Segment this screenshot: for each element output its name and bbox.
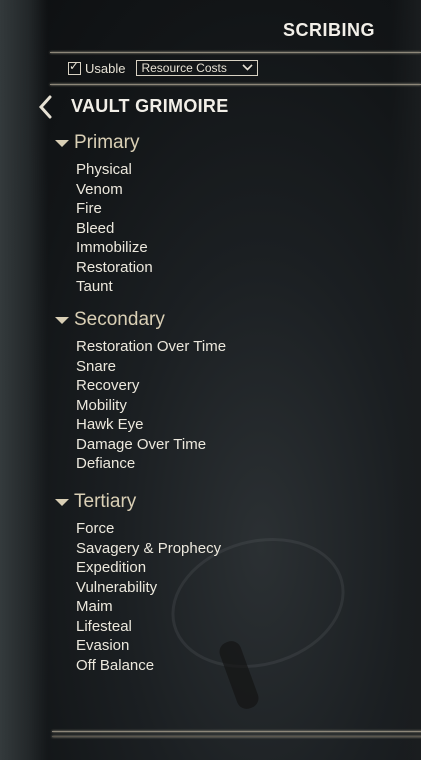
section-header-primary[interactable]: Primary	[55, 131, 153, 155]
list-item[interactable]: Maim	[76, 597, 221, 617]
list-item[interactable]: Venom	[76, 180, 153, 200]
section-header-tertiary[interactable]: Tertiary	[55, 490, 221, 514]
filter-bar: ✓ Usable Resource Costs	[68, 58, 259, 76]
list-item[interactable]: Physical	[76, 160, 153, 180]
divider	[52, 736, 421, 737]
sort-dropdown[interactable]: Resource Costs	[136, 60, 259, 76]
list-item[interactable]: Vulnerability	[76, 578, 221, 598]
list-item[interactable]: Expedition	[76, 558, 221, 578]
triangle-down-icon	[55, 316, 69, 324]
section-title: Tertiary	[74, 491, 137, 512]
list-item[interactable]: Evasion	[76, 636, 221, 656]
section-title: Primary	[74, 132, 140, 153]
list-item[interactable]: Defiance	[76, 454, 226, 474]
list-item[interactable]: Force	[76, 519, 221, 539]
triangle-down-icon	[55, 498, 69, 506]
list-item[interactable]: Restoration Over Time	[76, 337, 226, 357]
list-item[interactable]: Snare	[76, 357, 226, 377]
list-item[interactable]: Mobility	[76, 396, 226, 416]
list-item[interactable]: Bleed	[76, 219, 153, 239]
list-item[interactable]: Taunt	[76, 277, 153, 297]
section-tertiary: Tertiary Force Savagery & Prophecy Exped…	[55, 490, 221, 675]
item-list: Force Savagery & Prophecy Expedition Vul…	[76, 519, 221, 675]
list-item[interactable]: Fire	[76, 199, 153, 219]
list-item[interactable]: Off Balance	[76, 656, 221, 676]
list-item[interactable]: Recovery	[76, 376, 226, 396]
usable-label: Usable	[85, 60, 126, 76]
check-icon: ✓	[69, 58, 80, 73]
window-title: SCRIBING	[283, 20, 376, 40]
list-item[interactable]: Hawk Eye	[76, 415, 226, 435]
sort-dropdown-value: Resource Costs	[141, 61, 227, 75]
section-header-secondary[interactable]: Secondary	[55, 308, 226, 332]
item-list: Restoration Over Time Snare Recovery Mob…	[76, 337, 226, 474]
list-item[interactable]: Lifesteal	[76, 617, 221, 637]
divider	[50, 52, 421, 53]
list-item[interactable]: Restoration	[76, 258, 153, 278]
chevron-down-icon	[242, 62, 254, 74]
back-button[interactable]	[36, 94, 58, 120]
item-list: Physical Venom Fire Bleed Immobilize Res…	[76, 160, 153, 297]
chevron-left-icon	[38, 95, 52, 119]
page-title: VAULT GRIMOIRE	[71, 96, 229, 116]
section-primary: Primary Physical Venom Fire Bleed Immobi…	[55, 131, 153, 297]
section-title: Secondary	[74, 309, 165, 330]
divider	[50, 84, 421, 85]
list-item[interactable]: Immobilize	[76, 238, 153, 258]
section-secondary: Secondary Restoration Over Time Snare Re…	[55, 308, 226, 474]
background-right-shade	[391, 0, 421, 760]
triangle-down-icon	[55, 139, 69, 147]
usable-checkbox[interactable]: ✓	[68, 58, 81, 75]
list-item[interactable]: Savagery & Prophecy	[76, 539, 221, 559]
list-item[interactable]: Damage Over Time	[76, 435, 226, 455]
divider	[52, 731, 421, 732]
